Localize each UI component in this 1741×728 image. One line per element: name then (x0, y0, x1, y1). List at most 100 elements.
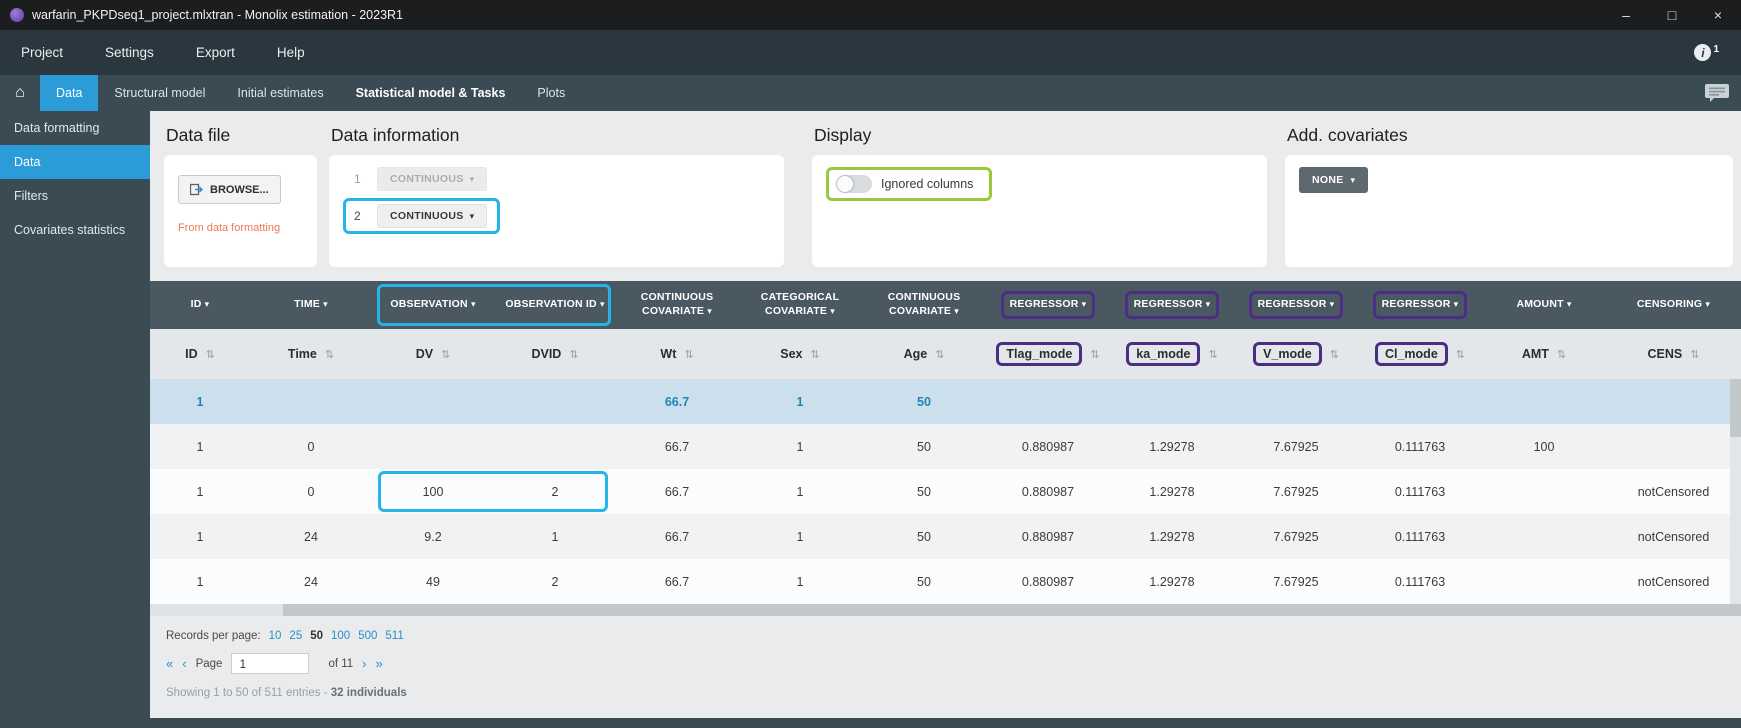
menu-export[interactable]: Export (175, 30, 256, 75)
none-label: NONE (1312, 174, 1344, 186)
main-content: Data file BROWSE... From data formatting (150, 111, 1741, 728)
entries-summary: Showing 1 to 50 of 511 entries - 32 indi… (166, 687, 1741, 699)
column-header-sex[interactable]: Sex⇅ (738, 329, 862, 379)
sort-icon[interactable]: ⇅ (1690, 349, 1699, 361)
observation-type-dropdown-2[interactable]: CONTINUOUS ▾ (377, 204, 487, 228)
column-header-time[interactable]: Time⇅ (250, 329, 372, 379)
from-data-formatting-link[interactable]: From data formatting (178, 222, 303, 234)
ignored-columns-label: Ignored columns (881, 177, 973, 191)
page-size-10[interactable]: 10 (269, 630, 282, 642)
sort-icon[interactable]: ⇅ (811, 349, 820, 361)
table-cell: 9.2 (372, 514, 494, 559)
tab-plots[interactable]: Plots (521, 75, 581, 111)
sidebar-item-data-formatting[interactable]: Data formatting (0, 111, 150, 145)
sidebar-item-covariates-statistics[interactable]: Covariates statistics (0, 213, 150, 247)
table-row[interactable]: 1 24 49 2 66.7 1 50 0.880987 1.29278 7.6… (150, 559, 1741, 604)
first-page-button[interactable]: « (166, 656, 173, 671)
column-type-dropdown-continuous-covariate-wt[interactable]: CONTINUOUS COVARIATE ▾ (616, 281, 738, 329)
column-header-id[interactable]: ID⇅ (150, 329, 250, 379)
sidebar-item-filters[interactable]: Filters (0, 179, 150, 213)
menu-settings[interactable]: Settings (84, 30, 175, 75)
column-header-v-mode[interactable]: V_mode⇅ (1234, 329, 1358, 379)
column-type-dropdown-regressor-ka[interactable]: REGRESSOR ▾ (1110, 281, 1234, 329)
browse-button[interactable]: BROWSE... (178, 175, 281, 204)
tab-initial-estimates[interactable]: Initial estimates (221, 75, 339, 111)
page-size-100[interactable]: 100 (331, 630, 350, 642)
vertical-scrollbar-thumb[interactable] (1730, 379, 1741, 437)
column-header-row: ID⇅ Time⇅ DV ⇅ DVID⇅ Wt⇅ Sex⇅ Age ⇅ Tlag_m… (150, 329, 1741, 379)
table-row[interactable]: 1 0 100 2 66.7 1 50 0.880987 1.29278 7.6… (150, 469, 1741, 514)
last-page-button[interactable]: » (376, 656, 383, 671)
horizontal-scrollbar (150, 604, 1741, 616)
tab-data[interactable]: Data (40, 75, 98, 111)
table-cell (1482, 379, 1606, 424)
previous-page-button[interactable]: ‹ (182, 656, 186, 671)
menu-help[interactable]: Help (256, 30, 326, 75)
header-label: AMT (1522, 347, 1549, 361)
page-size-511[interactable]: 511 (385, 630, 403, 642)
table-row-selected[interactable]: 1 66.7 1 50 (150, 379, 1741, 424)
column-type-dropdown-censoring[interactable]: CENSORING ▾ (1606, 281, 1741, 329)
tab-statistical-model-tasks[interactable]: Statistical model & Tasks (340, 75, 522, 111)
comment-icon[interactable] (1705, 84, 1729, 102)
ignored-columns-toggle[interactable] (836, 175, 872, 193)
sort-icon[interactable]: ⇅ (684, 349, 693, 361)
column-type-dropdown-regressor-cl[interactable]: REGRESSOR ▾ (1358, 281, 1482, 329)
minimize-button[interactable]: – (1603, 0, 1649, 30)
column-type-dropdown-id[interactable]: ID ▾ (150, 281, 250, 329)
sort-icon[interactable]: ⇅ (569, 349, 578, 361)
sort-icon[interactable]: ⇅ (935, 349, 944, 361)
column-header-dv[interactable]: DV ⇅ (372, 329, 494, 379)
column-header-wt[interactable]: Wt⇅ (616, 329, 738, 379)
close-button[interactable]: × (1695, 0, 1741, 30)
column-type-dropdown-regressor-v[interactable]: REGRESSOR ▾ (1234, 281, 1358, 329)
sort-icon[interactable]: ⇅ (325, 349, 334, 361)
column-type-dropdown-amount[interactable]: AMOUNT ▾ (1482, 281, 1606, 329)
sort-icon[interactable]: ⇅ (1208, 349, 1217, 361)
sort-icon[interactable]: ⇅ (1090, 349, 1099, 361)
horizontal-scrollbar-thumb[interactable] (283, 604, 1741, 616)
column-header-amt[interactable]: AMT ⇅ (1482, 329, 1606, 379)
chevron-down-icon: ▾ (1567, 299, 1572, 309)
sort-icon[interactable]: ⇅ (1557, 349, 1566, 361)
maximize-button[interactable]: □ (1649, 0, 1695, 30)
sidebar-item-data[interactable]: Data (0, 145, 150, 179)
sort-icon[interactable]: ⇅ (206, 349, 215, 361)
table-cell: 1 (150, 379, 250, 424)
sort-icon[interactable]: ⇅ (1330, 349, 1339, 361)
column-header-tlag-mode[interactable]: Tlag_mode⇅ (986, 329, 1110, 379)
column-header-dvid[interactable]: DVID⇅ (494, 329, 616, 379)
page-number-input[interactable] (231, 653, 309, 674)
table-cell: 0.880987 (986, 469, 1110, 514)
page-size-500[interactable]: 500 (358, 630, 377, 642)
table-row[interactable]: 1 24 9.2 1 66.7 1 50 0.880987 1.29278 7.… (150, 514, 1741, 559)
sort-icon[interactable]: ⇅ (1456, 349, 1465, 361)
column-type-dropdown-observation[interactable]: OBSERVATION ▾ (372, 281, 494, 329)
page-size-25[interactable]: 25 (289, 630, 302, 642)
table-row[interactable]: 1 0 66.7 1 50 0.880987 1.29278 7.67925 0… (150, 424, 1741, 469)
header-label: DV (416, 347, 433, 361)
table-cell: 1 (494, 514, 616, 559)
tab-structural-model[interactable]: Structural model (98, 75, 221, 111)
menu-project[interactable]: Project (0, 30, 84, 75)
column-type-dropdown-regressor-tlag[interactable]: REGRESSOR ▾ (986, 281, 1110, 329)
home-icon[interactable]: ⌂ (0, 75, 40, 111)
column-header-cl-mode[interactable]: Cl_mode⇅ (1358, 329, 1482, 379)
header-label: ka_mode (1136, 347, 1190, 361)
column-type-dropdown-time[interactable]: TIME ▾ (250, 281, 372, 329)
page-size-50-current[interactable]: 50 (310, 630, 323, 642)
pagination: « ‹ Page of 11 › » (166, 653, 1741, 674)
column-header-cens[interactable]: CENS⇅ (1606, 329, 1741, 379)
notification-badge[interactable]: i 1 (1694, 44, 1719, 61)
header-label: Age (904, 347, 928, 361)
data-file-card: BROWSE... From data formatting (164, 155, 317, 267)
column-type-dropdown-continuous-covariate-age[interactable]: CONTINUOUS COVARIATE ▾ (862, 281, 986, 329)
column-type-dropdown-observation-id[interactable]: OBSERVATION ID ▾ (494, 281, 616, 329)
next-page-button[interactable]: › (362, 656, 366, 671)
covariates-none-dropdown[interactable]: NONE ▾ (1299, 167, 1368, 193)
table-cell: 7.67925 (1234, 514, 1358, 559)
sort-icon[interactable]: ⇅ (441, 349, 450, 361)
column-header-age[interactable]: Age ⇅ (862, 329, 986, 379)
column-type-dropdown-categorical-covariate[interactable]: CATEGORICAL COVARIATE ▾ (738, 281, 862, 329)
column-header-ka-mode[interactable]: ka_mode ⇅ (1110, 329, 1234, 379)
